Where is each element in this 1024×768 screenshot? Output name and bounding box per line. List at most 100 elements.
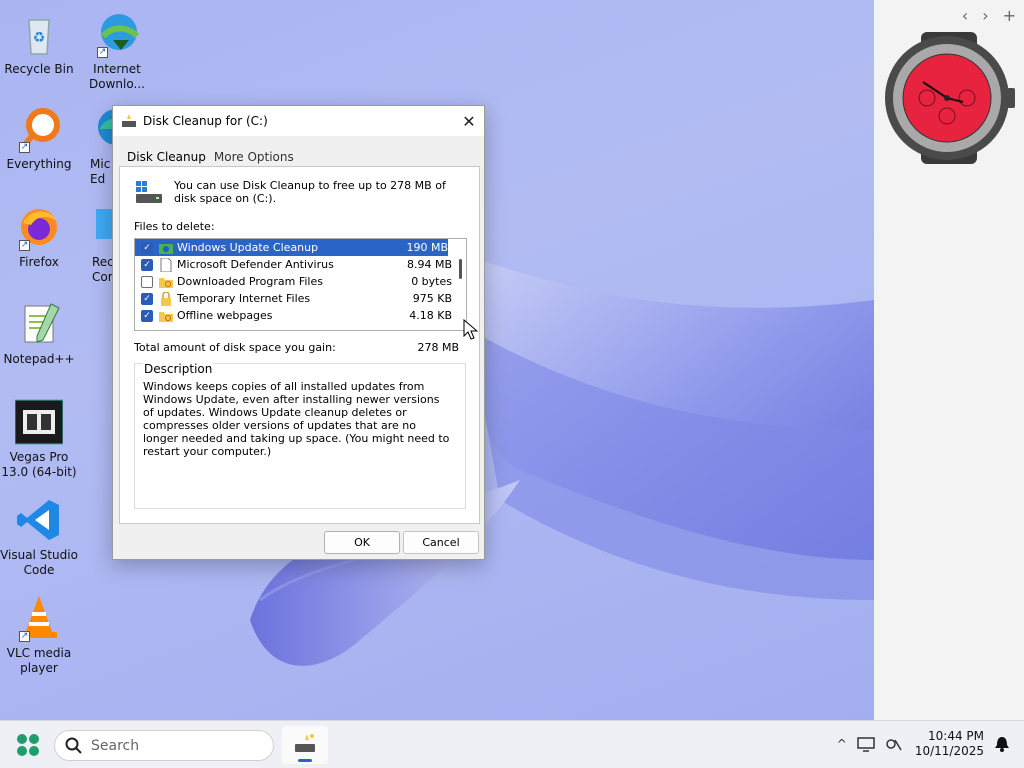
file-row-downloaded-program-files[interactable]: Downloaded Program Files 0 bytes <box>135 273 466 290</box>
file-size: 190 MB <box>406 241 448 254</box>
file-row-temporary-internet-files[interactable]: ✓ Temporary Internet Files 975 KB <box>135 290 466 307</box>
search-placeholder: Search <box>91 737 140 754</box>
recycle-bin-icon: ♻ <box>15 10 63 58</box>
close-button[interactable]: ✕ <box>454 106 484 136</box>
dialog-title: Disk Cleanup for (C:) <box>143 114 268 128</box>
start-button[interactable] <box>16 733 40 757</box>
tab-panel: You can use Disk Cleanup to free up to 2… <box>119 166 480 524</box>
internet-download-manager-icon: ↗ <box>93 10 141 58</box>
vlc-icon: ↗ <box>15 594 63 642</box>
desktop-icon-vlc[interactable]: ↗ VLC media player <box>0 594 78 676</box>
file-size: 8.94 MB <box>406 258 452 271</box>
system-tray: ^ 10:44 PM 10/11/2025 <box>827 729 1010 759</box>
disk-cleanup-icon <box>121 114 137 128</box>
shortcut-arrow-icon: ↗ <box>19 631 30 642</box>
total-space: Total amount of disk space you gain: 278… <box>134 341 459 354</box>
desktop-icon-recycle-bin[interactable]: ♻ Recycle Bin <box>0 10 78 77</box>
file-row-offline-webpages[interactable]: ✓ Offline webpages 4.18 KB <box>135 307 466 324</box>
description-label: Description <box>143 362 214 376</box>
watch-widget-icon[interactable] <box>883 30 1015 165</box>
file-name: Downloaded Program Files <box>177 275 323 288</box>
desktop-icon-label: Visual Studio Code <box>0 548 78 577</box>
desktop-icon-everything[interactable]: ↗ Everything <box>0 105 78 172</box>
desktop-icon-label: VLC media player <box>6 646 72 675</box>
total-value: 278 MB <box>417 341 459 354</box>
desktop-icon-notepadpp[interactable]: Notepad++ <box>0 300 78 367</box>
widget-prev-button[interactable]: ‹ <box>962 6 968 25</box>
taskbar-app-disk-cleanup[interactable] <box>282 726 328 764</box>
desktop-icon-label: Recycle Bin <box>4 62 74 76</box>
folder-icon <box>159 309 173 323</box>
files-list[interactable]: ✓ Windows Update Cleanup 190 MB ✓ Micros… <box>134 238 467 331</box>
shortcut-arrow-icon: ↗ <box>97 47 108 58</box>
lock-icon <box>159 290 173 306</box>
desktop-icon-label: Vegas Pro 13.0 (64-bit) <box>1 450 77 479</box>
tab-more-options[interactable]: More Options <box>210 148 298 168</box>
search-icon <box>65 737 83 755</box>
list-scrollbar[interactable] <box>459 259 462 279</box>
file-name: Windows Update Cleanup <box>177 241 319 254</box>
disk-cleanup-dialog: Disk Cleanup for (C:) ✕ Disk Cleanup Mor… <box>112 105 485 560</box>
description-text: Windows keeps copies of all installed up… <box>143 380 450 458</box>
intro-text: You can use Disk Cleanup to free up to 2… <box>174 179 446 205</box>
desktop-icon-internet-download-manager[interactable]: ↗ Internet Downlo... <box>78 10 156 92</box>
clock-time: 10:44 PM <box>928 729 984 743</box>
checkbox[interactable]: ✓ <box>141 258 153 271</box>
vegas-pro-icon <box>14 398 64 446</box>
mouse-cursor-icon <box>463 319 479 340</box>
tray-chevron-icon[interactable]: ^ <box>837 737 847 751</box>
file-row-windows-update-cleanup[interactable]: ✓ Windows Update Cleanup 190 MB <box>135 239 448 256</box>
widget-panel: ‹ › + <box>874 0 1024 720</box>
taskbar-clock[interactable]: 10:44 PM 10/11/2025 <box>915 729 984 759</box>
clock-date: 10/11/2025 <box>914 744 984 758</box>
file-size: 4.18 KB <box>409 309 452 322</box>
shortcut-arrow-icon: ↗ <box>19 142 30 153</box>
drive-icon <box>134 179 164 205</box>
widget-nav: ‹ › + <box>962 6 1016 25</box>
desktop-icon-vscode[interactable]: Visual Studio Code <box>0 496 78 578</box>
desktop-icon-firefox[interactable]: ↗ Firefox <box>0 203 78 270</box>
desktop-icon-label: Firefox <box>19 255 59 269</box>
svg-text:♻: ♻ <box>33 30 46 46</box>
desktop-icon-label: Notepad++ <box>3 352 75 366</box>
file-row-microsoft-defender[interactable]: ✓ Microsoft Defender Antivirus 8.94 MB <box>135 256 466 273</box>
checkbox[interactable]: ✓ <box>141 309 153 322</box>
notepadpp-icon <box>15 300 63 348</box>
checkbox[interactable]: ✓ <box>141 241 153 254</box>
desktop-icon-vegas-pro[interactable]: Vegas Pro 13.0 (64-bit) <box>0 398 78 480</box>
file-size: 975 KB <box>412 292 452 305</box>
dialog-titlebar[interactable]: Disk Cleanup for (C:) ✕ <box>113 106 484 136</box>
total-label: Total amount of disk space you gain: <box>134 341 336 354</box>
widget-add-button[interactable]: + <box>1003 6 1016 25</box>
intro: You can use Disk Cleanup to free up to 2… <box>134 179 464 205</box>
widget-next-button[interactable]: › <box>982 6 988 25</box>
files-to-delete-label: Files to delete: <box>134 220 215 233</box>
checkbox[interactable] <box>141 275 153 288</box>
desktop-icon-label: Everything <box>6 157 72 171</box>
bell-icon[interactable] <box>994 735 1010 753</box>
description-group: Description Windows keeps copies of all … <box>134 362 466 509</box>
active-indicator <box>298 759 312 762</box>
windows-update-icon <box>159 241 173 255</box>
everything-search-icon: ↗ <box>15 105 63 153</box>
shortcut-arrow-icon: ↗ <box>19 240 30 251</box>
file-name: Offline webpages <box>177 309 273 322</box>
dialog-tabs: Disk Cleanup More Options <box>123 148 298 168</box>
document-icon <box>159 257 173 272</box>
tab-disk-cleanup[interactable]: Disk Cleanup <box>123 148 210 168</box>
desktop-icon-label: Internet Downlo... <box>89 62 145 91</box>
display-icon[interactable] <box>857 736 875 752</box>
file-name: Temporary Internet Files <box>177 292 311 305</box>
folder-icon <box>159 275 173 289</box>
vscode-icon <box>15 496 63 544</box>
network-icon[interactable] <box>885 736 903 752</box>
file-name: Microsoft Defender Antivirus <box>177 258 334 271</box>
cancel-button[interactable]: Cancel <box>403 531 479 554</box>
firefox-icon: ↗ <box>15 203 63 251</box>
taskbar-search[interactable]: Search <box>54 730 274 761</box>
file-size: 0 bytes <box>411 275 452 288</box>
ok-button[interactable]: OK <box>324 531 400 554</box>
checkbox[interactable]: ✓ <box>141 292 153 305</box>
taskbar: Search ^ 10:44 PM 10/11/2025 <box>0 720 1024 768</box>
close-icon: ✕ <box>462 111 476 131</box>
